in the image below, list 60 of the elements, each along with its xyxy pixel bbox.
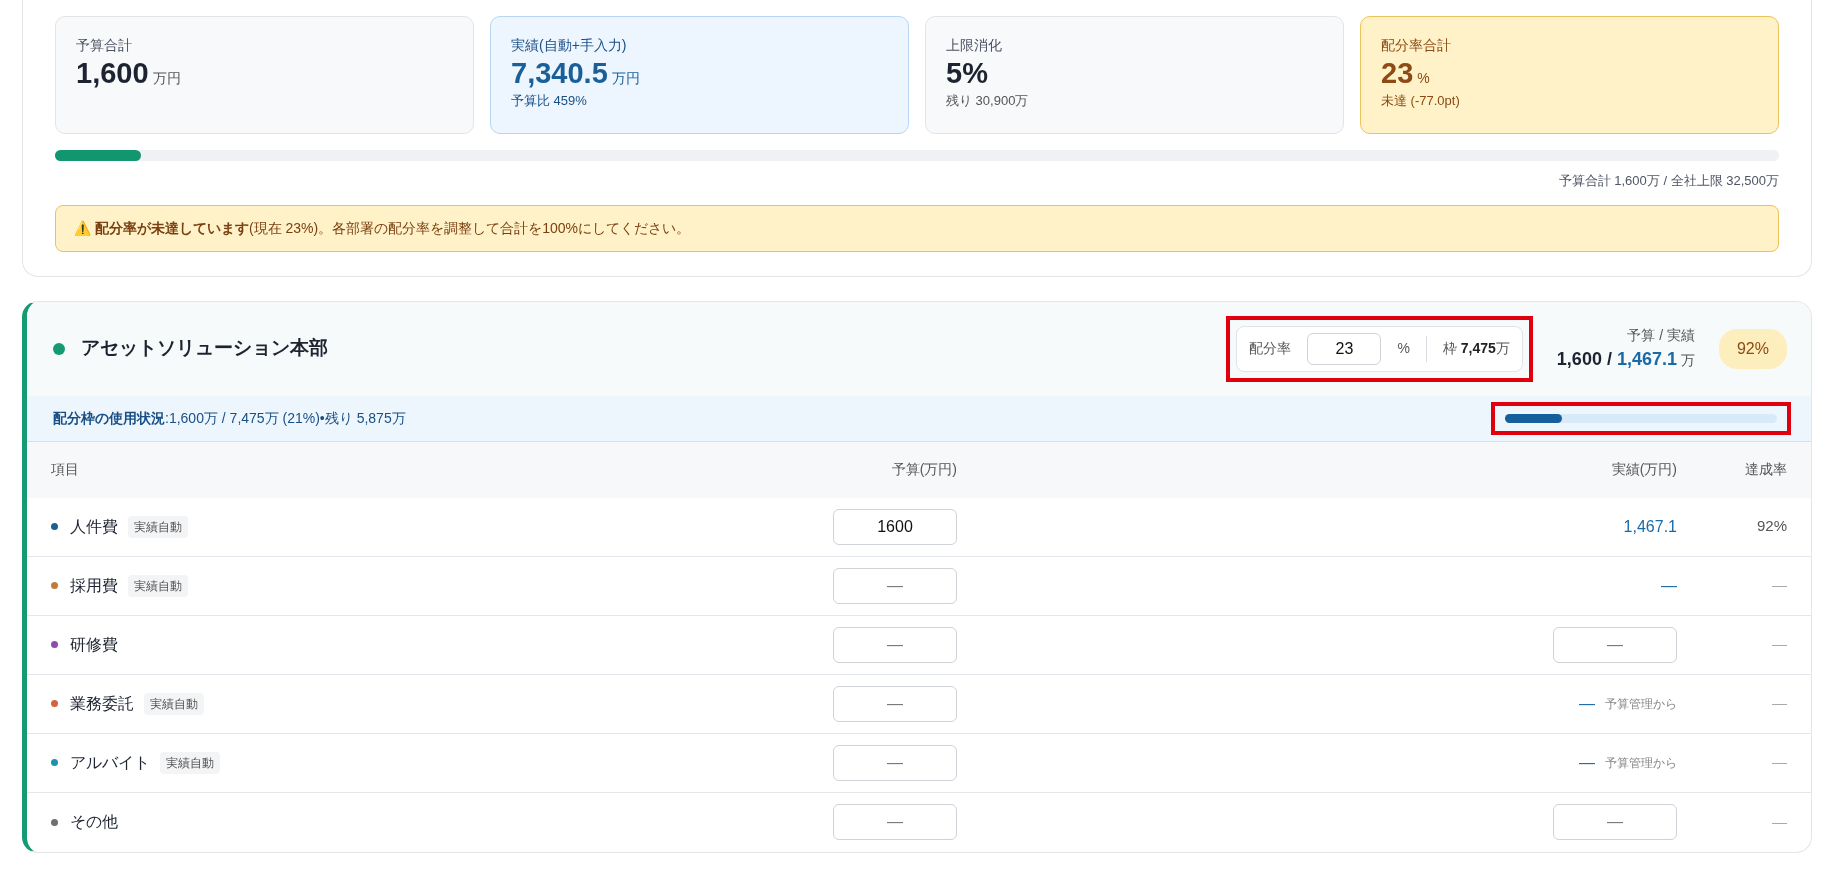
budget-input[interactable]: — [833,567,957,604]
achievement-rate: — [1772,575,1787,596]
column-header: 実績(万円) [1611,460,1677,479]
budget-input[interactable]: 1600 [833,508,957,545]
card-value: 7,340.5 [511,56,608,91]
item-name: 採用費 [70,575,118,596]
column-header: 予算(万円) [891,460,957,479]
department-name: アセットソリューション本部 [81,336,328,361]
item-name: 業務委託 [70,693,134,714]
auto-tag: 実績自動 [128,515,188,538]
totals-value: 1,600 / 1,467.1 万 [1556,347,1695,371]
achievement-rate: 92% [1756,516,1787,537]
card-label: 上限消化 [946,36,1003,55]
warning-icon: ⚠ [74,217,91,239]
card-value: 5% [946,56,989,91]
card-label: 配分率合計 [1381,36,1452,55]
column-header: 項目 [51,460,79,479]
rate-input[interactable]: 23 [1307,332,1382,365]
alert-text: 配分率が未達しています(現在 23%)。各部署の配分率を調整して合計を100%にしてください。 [95,218,691,238]
card-note: 未達 (-77.0pt) [1381,91,1461,110]
unit-label: % [1417,69,1430,88]
usage-text: 配分枠の使用状況:1,600万 / 7,475万 (21%)•残り 5,875万 [53,408,406,428]
rate-label: 配分率 [1249,339,1292,358]
budget-input[interactable]: — [833,685,957,722]
achievement-rate: — [1772,693,1787,714]
item-name: アルバイト [70,752,150,773]
budget-input[interactable]: — [833,626,957,663]
item-name: 人件費 [70,516,118,537]
totals-label: 予算 / 実績 [1626,325,1695,345]
actual-input[interactable]: — [1553,626,1677,663]
actual-value: — [1579,752,1595,773]
achievement-rate: — [1772,811,1787,832]
item-name: その他 [70,812,118,832]
auto-tag: 実績自動 [128,574,188,597]
budget-input[interactable]: — [833,804,957,840]
source-note: 予算管理から [1605,695,1677,713]
column-header: 達成率 [1745,460,1787,479]
auto-tag: 実績自動 [160,751,220,774]
rate-unit: % [1397,339,1410,358]
achievement-rate: — [1772,752,1787,773]
actual-value: — [1661,575,1677,596]
card-note: 予算比 459% [511,91,588,110]
source-note: 予算管理から [1605,754,1677,772]
unit-label: 万円 [152,69,181,88]
achievement-rate: — [1772,634,1787,655]
card-value: 23 [1381,56,1414,91]
card-value: 1,600 [76,56,149,91]
item-name: 研修費 [70,634,118,655]
card-note: 残り 30,900万 [946,91,1030,110]
card-label: 予算合計 [76,36,133,55]
auto-tag: 実績自動 [144,692,204,715]
card-label: 実績(自動+手入力) [511,36,628,55]
actual-input[interactable]: — [1553,804,1677,840]
budget-input[interactable]: — [833,744,957,781]
actual-value: 1,467.1 [1623,516,1677,537]
cap-caption: 予算合計 1,600万 / 全社上限 32,500万 [1557,172,1779,190]
achievement-badge: 92% [1718,328,1787,369]
unit-label: 万円 [611,69,640,88]
frame-amount: 枠 7,475万 [1442,339,1510,358]
actual-value: — [1579,693,1595,714]
